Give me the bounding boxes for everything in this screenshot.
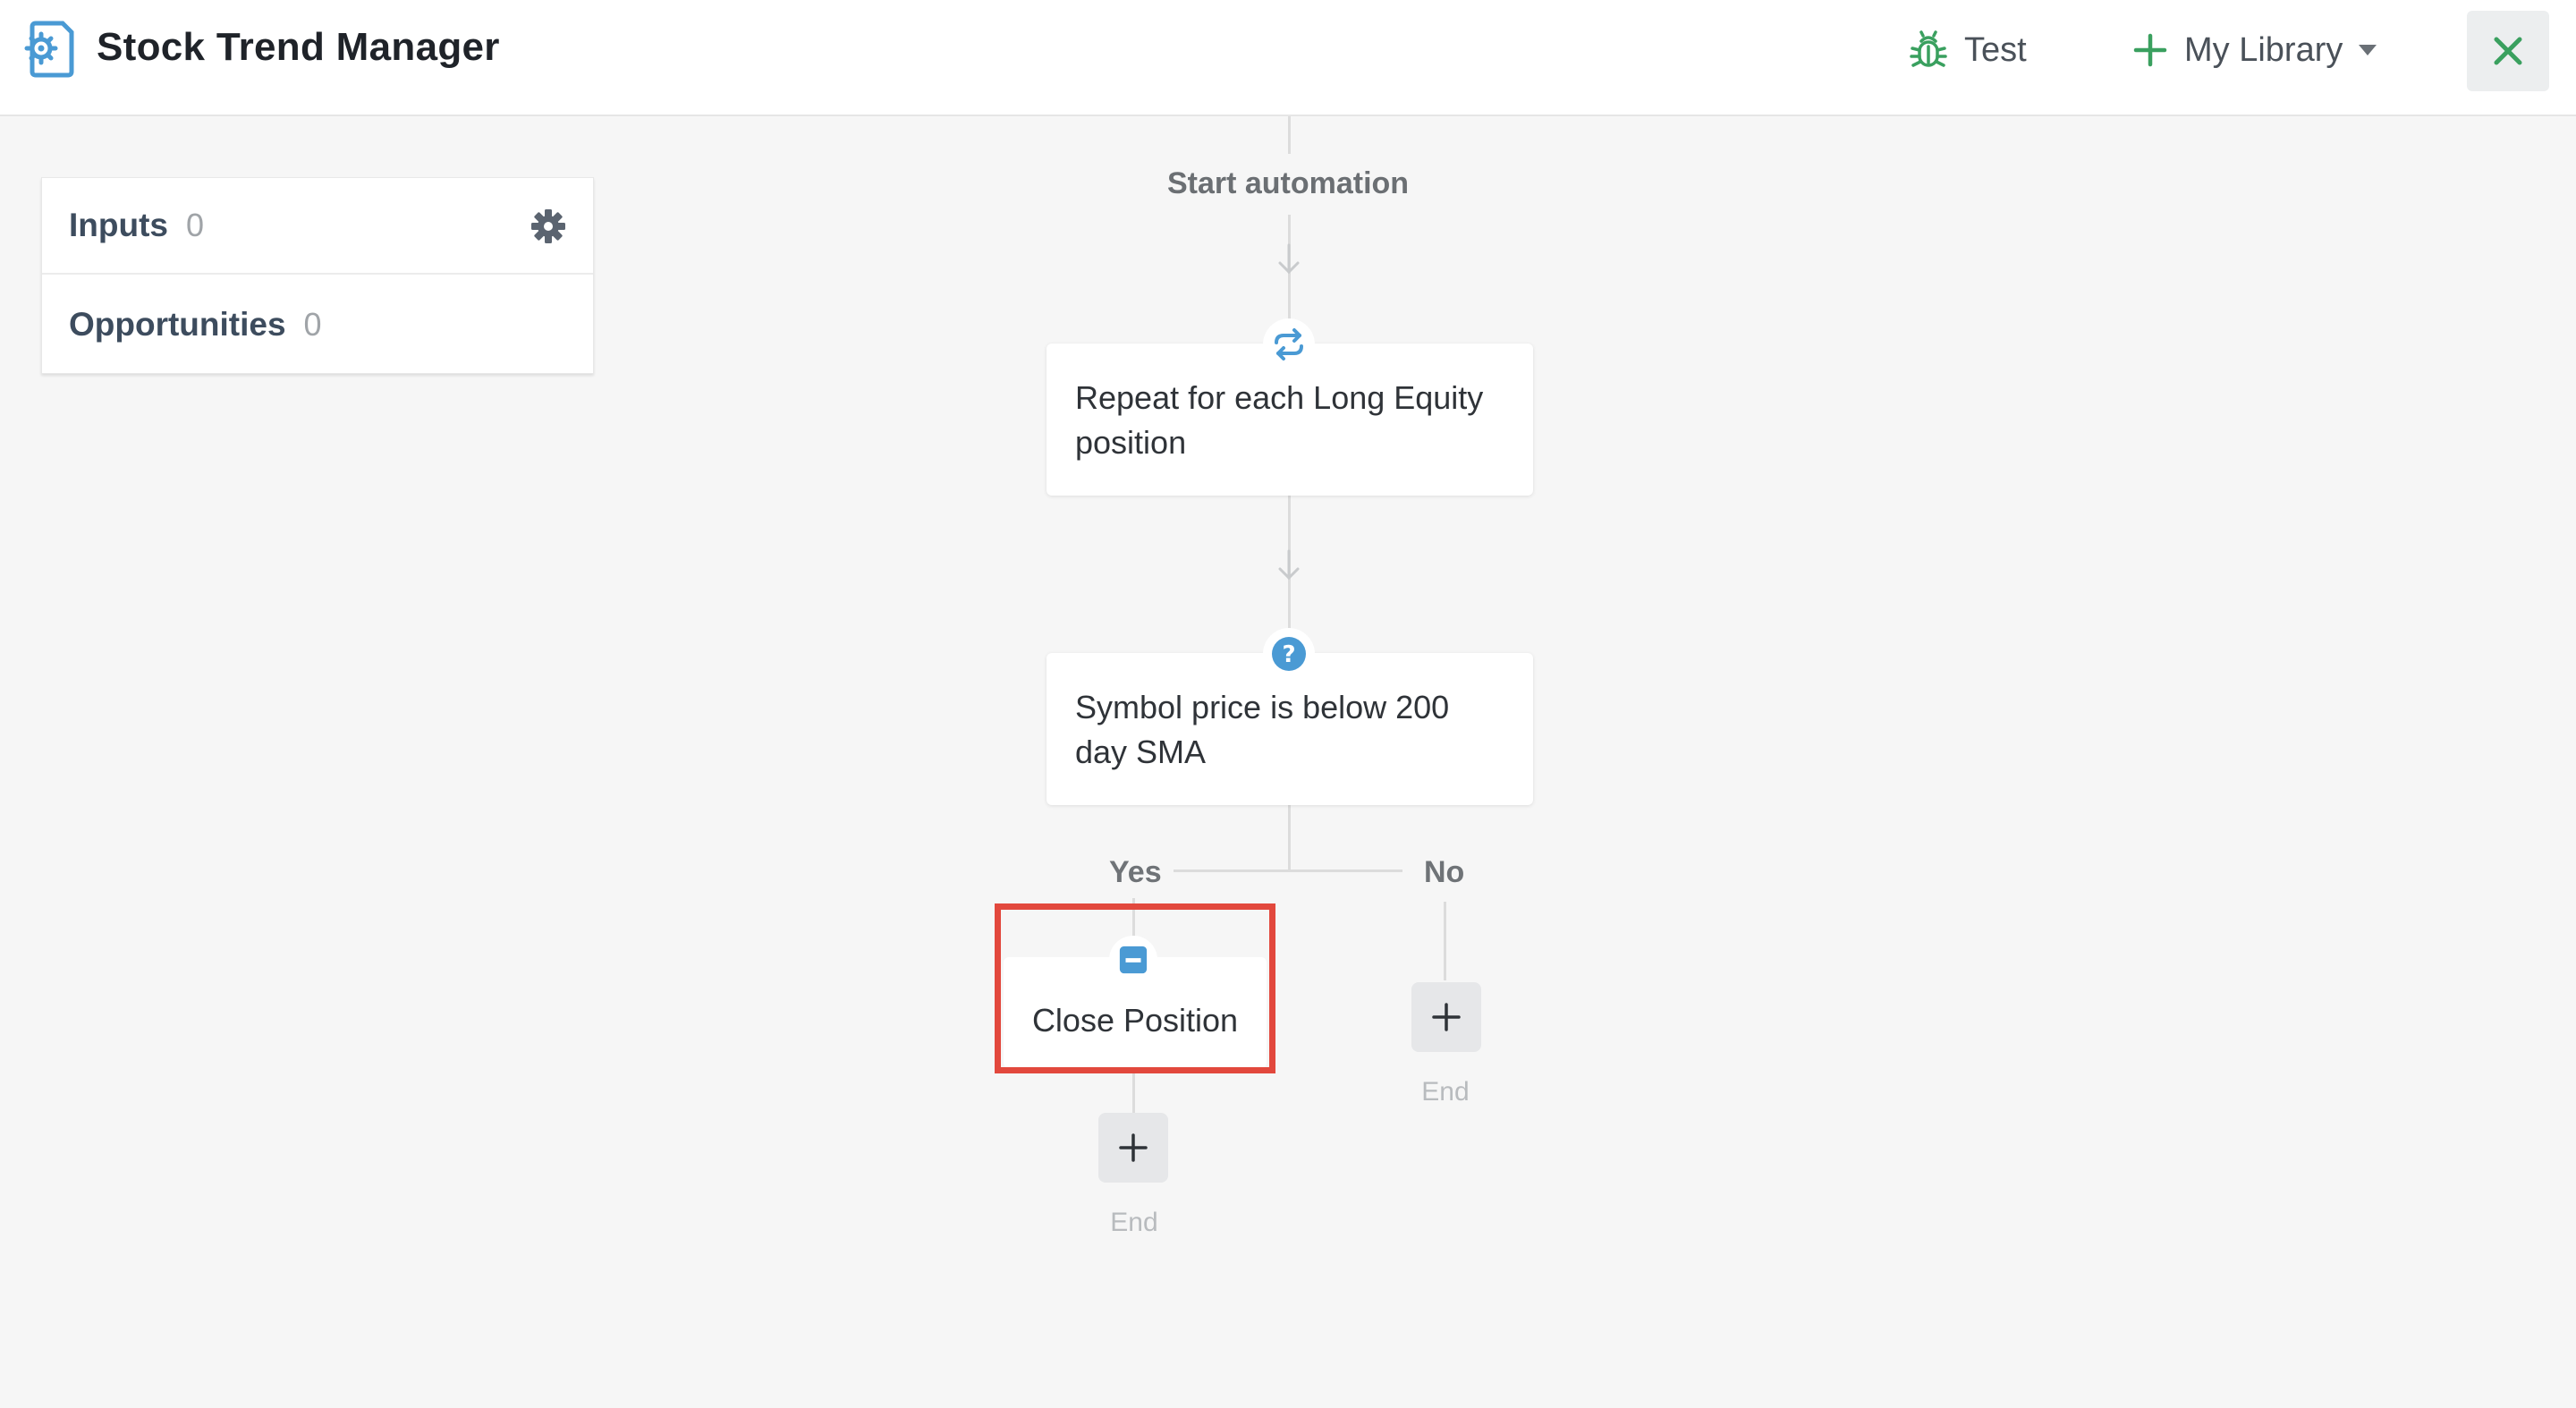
minus-square-icon	[1109, 936, 1157, 984]
panel-item-opportunities[interactable]: Opportunities 0	[42, 276, 593, 373]
app-title: Stock Trend Manager	[97, 25, 500, 69]
branch-no-label: No	[1424, 855, 1465, 889]
inputs-label: Inputs	[69, 207, 168, 243]
arrow-down-icon	[1278, 549, 1300, 581]
question-icon: ?	[1263, 628, 1315, 680]
end-label-no-branch: End	[1421, 1077, 1470, 1107]
inputs-opportunities-panel: Inputs 0 Opportunities 0	[41, 177, 594, 374]
gear-icon[interactable]	[530, 208, 566, 244]
opportunities-count: 0	[303, 306, 322, 343]
bug-icon	[1910, 30, 1947, 67]
test-button-label: Test	[1964, 30, 2027, 69]
plus-icon	[1119, 1133, 1148, 1162]
plus-icon	[2133, 33, 2167, 67]
add-step-button-yes-branch[interactable]	[1098, 1113, 1168, 1183]
panel-item-inputs[interactable]: Inputs 0	[42, 178, 593, 275]
repeat-icon	[1263, 318, 1315, 370]
start-automation-label: Start automation	[1166, 166, 1410, 200]
connector-line	[1288, 803, 1291, 871]
close-position-text: Close Position	[1031, 1002, 1239, 1039]
branch-yes-label: Yes	[1109, 855, 1162, 889]
connector-line	[1288, 116, 1291, 154]
my-library-dropdown[interactable]: My Library	[2132, 25, 2378, 75]
add-step-button-no-branch[interactable]	[1411, 982, 1481, 1052]
branch-connector	[1174, 869, 1402, 872]
repeat-step-text: Repeat for each Long Equity position	[1075, 379, 1484, 461]
inputs-count: 0	[185, 207, 205, 243]
automation-gear-document-icon	[23, 20, 75, 79]
top-header: Stock Trend Manager Test My Library	[0, 0, 2576, 116]
condition-step-text: Symbol price is below 200 day SMA	[1075, 689, 1450, 770]
end-label-yes-branch: End	[1110, 1208, 1158, 1237]
close-button[interactable]	[2467, 11, 2549, 91]
plus-icon	[1432, 1003, 1461, 1031]
svg-text:?: ?	[1282, 641, 1295, 668]
arrow-down-icon	[1278, 243, 1300, 275]
opportunities-label: Opportunities	[69, 306, 286, 343]
my-library-label: My Library	[2184, 30, 2343, 69]
connector-line	[1444, 902, 1446, 980]
close-icon	[2494, 37, 2522, 65]
chevron-down-icon	[2359, 45, 2377, 55]
test-button[interactable]: Test	[1907, 25, 2027, 75]
connector-line	[1132, 1070, 1135, 1115]
